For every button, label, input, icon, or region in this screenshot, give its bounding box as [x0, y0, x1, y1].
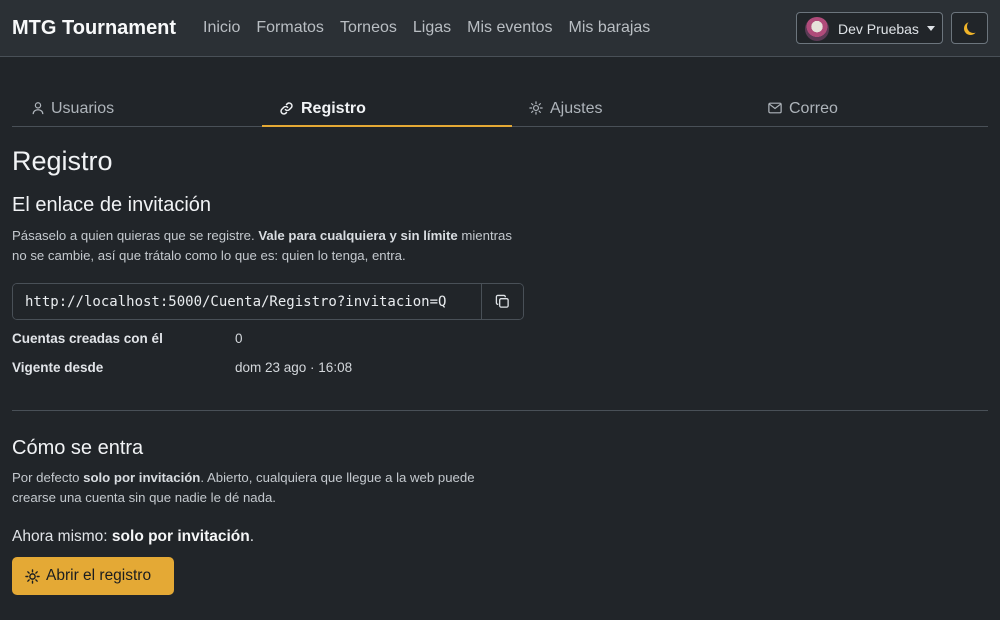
- open-registration-button[interactable]: Abrir el registro: [12, 557, 174, 595]
- valid-since-value: dom 23 ago · 16:08: [235, 360, 353, 375]
- avatar: [805, 17, 829, 41]
- tab-label: Usuarios: [51, 100, 115, 117]
- sun-gear-icon: [529, 101, 543, 115]
- brand-logo[interactable]: MTG Tournament: [12, 17, 176, 40]
- tab-ajustes[interactable]: Ajustes: [512, 90, 762, 127]
- settings-tabs: Usuarios Registro Ajustes Correo: [12, 90, 988, 127]
- tab-label: Correo: [789, 100, 838, 117]
- link-icon: [280, 102, 293, 115]
- current-mode-value: solo por invitación: [111, 528, 250, 545]
- user-menu-button[interactable]: Dev Pruebas: [796, 12, 943, 44]
- access-description: Por defecto solo por invitación. Abierto…: [12, 468, 522, 508]
- invite-link-heading: El enlace de invitación: [12, 194, 212, 216]
- tab-usuarios[interactable]: Usuarios: [12, 90, 262, 127]
- tab-registro[interactable]: Registro: [262, 90, 512, 127]
- nav-link-ligas[interactable]: Ligas: [413, 19, 451, 37]
- invite-link-group: [12, 283, 524, 320]
- envelope-icon: [768, 102, 782, 114]
- nav-link-torneos[interactable]: Torneos: [340, 19, 397, 37]
- current-mode-prefix: Ahora mismo:: [12, 528, 112, 545]
- current-mode-suffix: .: [249, 528, 255, 545]
- current-mode-line: Ahora mismo: solo por invitación.: [12, 528, 254, 546]
- accounts-created-label: Cuentas creadas con él: [12, 331, 163, 346]
- user-name: Dev Pruebas: [838, 21, 919, 37]
- tab-label: Ajustes: [550, 100, 603, 117]
- top-navbar: MTG Tournament Inicio Formatos Torneos L…: [0, 0, 1000, 57]
- invite-desc-bold: Vale para cualquiera y sin límite: [258, 228, 458, 243]
- moon-icon: [967, 20, 980, 33]
- page-title: Registro: [12, 146, 113, 176]
- invite-description: Pásaselo a quien quieras que se registre…: [12, 226, 522, 266]
- access-heading: Cómo se entra: [12, 437, 144, 459]
- copy-icon: [495, 294, 509, 308]
- nav-link-inicio[interactable]: Inicio: [203, 19, 240, 37]
- button-label: Abrir el registro: [46, 567, 152, 584]
- main-nav: Inicio Formatos Torneos Ligas Mis evento…: [203, 19, 650, 37]
- nav-link-formatos[interactable]: Formatos: [256, 19, 324, 37]
- sun-gear-icon: [25, 569, 40, 584]
- accounts-created-value: 0: [235, 331, 243, 346]
- nav-link-mis-barajas[interactable]: Mis barajas: [568, 19, 650, 37]
- valid-since-label: Vigente desde: [12, 360, 104, 375]
- access-desc-text: Por defecto: [12, 470, 84, 485]
- tab-label: Registro: [301, 100, 366, 117]
- nav-link-mis-eventos[interactable]: Mis eventos: [467, 19, 552, 37]
- invite-link-input[interactable]: [13, 284, 481, 319]
- tab-correo[interactable]: Correo: [762, 90, 1000, 127]
- section-divider: [12, 410, 988, 411]
- access-desc-bold: solo por invitación: [83, 470, 201, 485]
- caret-down-icon: [927, 26, 935, 31]
- invite-desc-text: Pásaselo a quien quieras que se registre…: [12, 228, 259, 243]
- copy-link-button[interactable]: [481, 284, 523, 319]
- theme-toggle-button[interactable]: [951, 12, 988, 44]
- user-icon: [32, 102, 44, 115]
